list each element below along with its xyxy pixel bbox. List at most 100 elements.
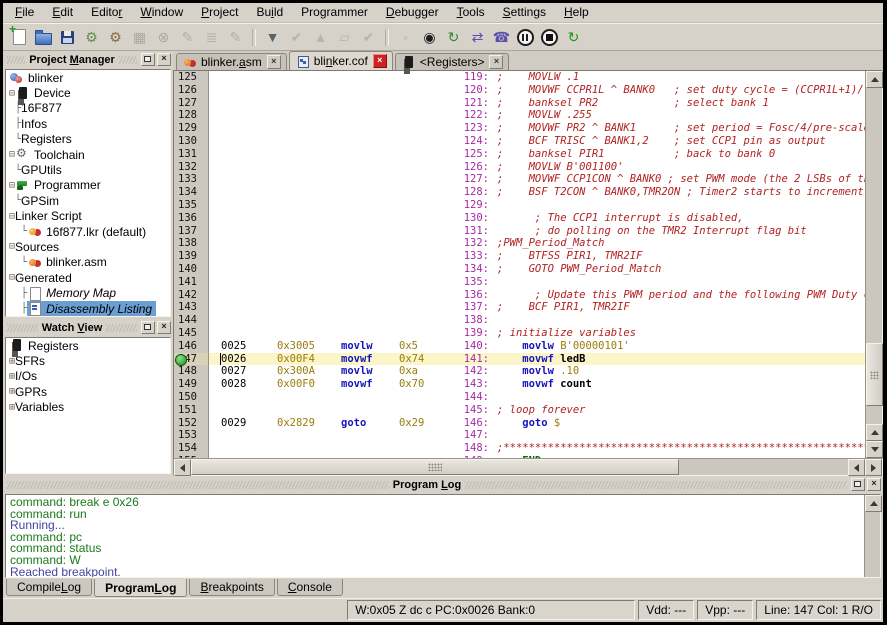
- tab-breakpoints[interactable]: Breakpoints: [189, 579, 274, 596]
- code-line[interactable]: 153147:: [174, 429, 865, 442]
- program-device-icon[interactable]: ☎: [490, 27, 513, 48]
- code-line[interactable]: 15200290x2829goto0x29146: goto $: [174, 417, 865, 430]
- open-project-icon[interactable]: [32, 27, 55, 48]
- tree-item-gputils[interactable]: └GPUtils: [6, 162, 170, 177]
- code-line[interactable]: 132126:; MOVLW B'001100': [174, 161, 865, 174]
- code-line[interactable]: 143137:; BCF PIR1, TMR2IF: [174, 301, 865, 314]
- scroll-up-icon[interactable]: [866, 424, 883, 441]
- halt-icon[interactable]: ◉: [418, 27, 441, 48]
- gutter-line-number[interactable]: 155: [174, 455, 209, 458]
- tree-item-device[interactable]: ⊟Device: [6, 85, 170, 100]
- tree-item-linker-script[interactable]: ⊟Linker Script: [6, 209, 170, 224]
- code-line[interactable]: 141135:: [174, 276, 865, 289]
- scrollbar-trough[interactable]: [191, 459, 848, 475]
- tree-item-disassembly-listing[interactable]: ├Disassembly Listing: [6, 301, 170, 316]
- breakpoint-marker-icon[interactable]: [175, 354, 187, 366]
- menu-item-file[interactable]: File: [6, 4, 43, 21]
- gutter-line-number[interactable]: 139: [174, 250, 209, 263]
- tree-item-programmer[interactable]: ⊟Programmer: [6, 178, 170, 193]
- menu-item-tools[interactable]: Tools: [448, 4, 494, 21]
- menu-item-programmer[interactable]: Programmer: [292, 4, 377, 21]
- menu-item-build[interactable]: Build: [247, 4, 292, 21]
- gutter-line-number[interactable]: 144: [174, 314, 209, 327]
- gutter-line-number[interactable]: 129: [174, 122, 209, 135]
- code-line[interactable]: 130124:; BCF TRISC ^ BANK1,2 ; set CCP1 …: [174, 135, 865, 148]
- gutter-line-number[interactable]: 134: [174, 186, 209, 199]
- tree-item-memory-map[interactable]: ├Memory Map: [6, 285, 170, 300]
- gutter-line-number[interactable]: 141: [174, 276, 209, 289]
- run-icon[interactable]: ✎: [176, 27, 199, 48]
- menu-item-project[interactable]: Project: [192, 4, 247, 21]
- record-icon[interactable]: ◦: [394, 27, 417, 48]
- gutter-line-number[interactable]: 145: [174, 327, 209, 340]
- tab-program-log[interactable]: Program Log: [94, 579, 187, 597]
- gutter-line-number[interactable]: 142: [174, 289, 209, 302]
- scroll-up-icon[interactable]: [866, 71, 883, 88]
- verify-icon[interactable]: ✔: [357, 27, 380, 48]
- save-icon[interactable]: [56, 27, 79, 48]
- tab-registers[interactable]: <Registers>×: [395, 53, 510, 70]
- gutter-line-number[interactable]: 136: [174, 212, 209, 225]
- menu-item-edit[interactable]: Edit: [43, 4, 82, 21]
- gutter-line-number[interactable]: 125: [174, 71, 209, 84]
- code-line[interactable]: 137131: ; do polling on the TMR2 Interru…: [174, 225, 865, 238]
- watch-item-registers[interactable]: Registers: [6, 338, 170, 353]
- tree-item-registers[interactable]: └Registers: [6, 132, 170, 147]
- watch-item-i-os[interactable]: ⊞I/Os: [6, 369, 170, 384]
- code-line[interactable]: 139133:; BTFSS PIR1, TMR2IF: [174, 250, 865, 263]
- gutter-line-number[interactable]: 133: [174, 173, 209, 186]
- code-line[interactable]: 138132:;PWM_Period_Match: [174, 237, 865, 250]
- gutter-line-number[interactable]: 132: [174, 161, 209, 174]
- float-panel-icon[interactable]: [141, 53, 155, 66]
- gutter-line-number[interactable]: 137: [174, 225, 209, 238]
- tree-item-hex-file-blinker-hex[interactable]: └Hex File (blinker.hex): [6, 316, 170, 317]
- menu-item-help[interactable]: Help: [555, 4, 598, 21]
- code-line[interactable]: 155149: END: [174, 455, 865, 458]
- scrollbar-trough[interactable]: [866, 88, 882, 424]
- code-line[interactable]: 142136: ; Update this PWM period and the…: [174, 289, 865, 302]
- pause-icon[interactable]: [514, 27, 537, 48]
- build-project-icon[interactable]: ▼: [261, 27, 284, 48]
- editor-horizontal-scrollbar[interactable]: [173, 458, 883, 476]
- close-icon[interactable]: ×: [267, 55, 281, 69]
- code-line[interactable]: 136130: ; The CCP1 interrupt is disabled…: [174, 212, 865, 225]
- gutter-line-number[interactable]: 131: [174, 148, 209, 161]
- gutter-line-number[interactable]: 151: [174, 404, 209, 417]
- tab-console[interactable]: Console: [277, 579, 343, 596]
- rebuild-icon[interactable]: ▲: [309, 27, 332, 48]
- tab-compile-log[interactable]: Compile Log: [6, 579, 92, 596]
- scroll-down-icon[interactable]: [866, 441, 883, 458]
- watch-item-variables[interactable]: ⊞Variables: [6, 400, 170, 415]
- gutter-line-number[interactable]: 130: [174, 135, 209, 148]
- tab-blinker-asm[interactable]: blinker.asm×: [176, 53, 287, 70]
- gutter-line-number[interactable]: 143: [174, 301, 209, 314]
- step-icon[interactable]: ≣: [200, 27, 223, 48]
- code-line[interactable]: 144138:: [174, 314, 865, 327]
- code-line[interactable]: 129123:; MOVWF PR2 ^ BANK1 ; set period …: [174, 122, 865, 135]
- code-line[interactable]: 154148:;********************************…: [174, 442, 865, 455]
- tree-item-toolchain[interactable]: ⊟Toolchain: [6, 147, 170, 162]
- menu-item-editor[interactable]: Editor: [82, 4, 131, 21]
- menu-item-window[interactable]: Window: [131, 4, 192, 21]
- gutter-line-number[interactable]: 127: [174, 97, 209, 110]
- menu-item-debugger[interactable]: Debugger: [377, 4, 448, 21]
- scroll-up-icon[interactable]: [865, 495, 882, 512]
- close-panel-icon[interactable]: ×: [157, 321, 171, 334]
- tree-item-16f877-lkr-default[interactable]: └16f877.lkr (default): [6, 224, 170, 239]
- tab-blinker-cof[interactable]: blinker.cof×: [289, 51, 393, 70]
- gutter-line-number[interactable]: 128: [174, 109, 209, 122]
- tree-item-sources[interactable]: ⊟Sources: [6, 239, 170, 254]
- pin-icon[interactable]: ✎: [224, 27, 247, 48]
- tree-item-generated[interactable]: ⊟Generated: [6, 270, 170, 285]
- scrollbar-trough[interactable]: [865, 512, 880, 577]
- float-panel-icon[interactable]: [851, 478, 865, 491]
- code-line[interactable]: 145139:; initialize variables: [174, 327, 865, 340]
- tree-item-gpsim[interactable]: └GPSim: [6, 193, 170, 208]
- scrollbar-thumb[interactable]: [866, 343, 883, 405]
- gutter-line-number[interactable]: 152: [174, 417, 209, 430]
- code-line[interactable]: 128122:; MOVLW .255: [174, 109, 865, 122]
- close-icon[interactable]: ×: [373, 54, 387, 68]
- reload-icon[interactable]: ↻: [562, 27, 585, 48]
- code-line[interactable]: 14600250x3005movlw0x5140: movlw B'000001…: [174, 340, 865, 353]
- scroll-left-icon[interactable]: [848, 459, 865, 476]
